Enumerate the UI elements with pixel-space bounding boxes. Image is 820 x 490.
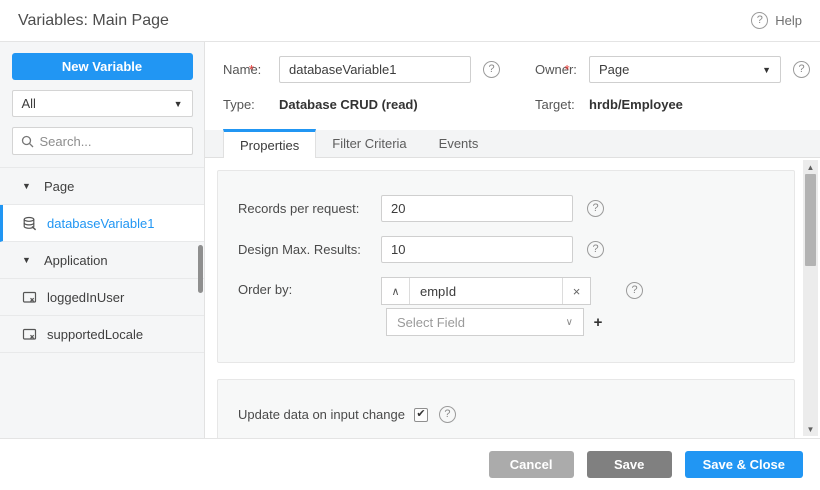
save-and-close-button[interactable]: Save & Close (685, 451, 803, 478)
collapse-arrow-icon: ▼ (22, 255, 32, 265)
tree-item-logged-in-user[interactable]: loggedInUser (0, 279, 204, 316)
design-max-results-hint-icon[interactable]: ? (587, 241, 604, 258)
dialog-header: Variables: Main Page ? Help (0, 0, 820, 42)
page-title: Variables: Main Page (18, 12, 169, 30)
order-by-widget: ∧ empId × Select Field ∨ + (381, 277, 612, 336)
static-variable-icon (22, 290, 37, 305)
owner-hint-icon[interactable]: ? (793, 61, 810, 78)
select-field-placeholder: Select Field (397, 315, 465, 330)
scrollbar-track[interactable] (803, 174, 818, 422)
plus-icon: + (594, 314, 603, 331)
help-link[interactable]: ? Help (751, 12, 802, 29)
data-panel: Records per request: ? Design Max. Resul… (217, 170, 795, 363)
type-label: Type: (223, 97, 279, 112)
order-by-hint-icon[interactable]: ? (626, 282, 643, 299)
tree-group-label: Page (44, 179, 74, 194)
database-variable-icon (22, 216, 37, 231)
properties-scroll-area: Records per request: ? Design Max. Resul… (205, 158, 820, 438)
chevron-down-icon: ▼ (174, 99, 183, 109)
cancel-button[interactable]: Cancel (489, 451, 574, 478)
sort-up-icon: ∧ (391, 285, 399, 298)
name-label: Name: * (223, 62, 279, 77)
target-value: hrdb/Employee (589, 97, 683, 112)
order-by-field-value[interactable]: empId (410, 278, 562, 304)
dialog-footer: Cancel Save Save & Close (0, 438, 820, 490)
design-max-results-input[interactable] (381, 236, 573, 263)
update-on-input-change-hint-icon[interactable]: ? (439, 406, 456, 423)
add-field-button[interactable]: + (584, 308, 612, 336)
check-icon: ✔ (416, 409, 425, 420)
detail-tabbar: Properties Filter Criteria Events (205, 130, 820, 158)
variable-detail-pane: Name: * ? Owner: * Page ▼ ? (205, 42, 820, 438)
chevron-down-icon: ▼ (762, 65, 771, 75)
select-field-dropdown[interactable]: Select Field ∨ (386, 308, 584, 336)
tree-item-supported-locale[interactable]: supportedLocale (0, 316, 204, 353)
new-variable-button[interactable]: New Variable (12, 53, 193, 80)
scrollbar-thumb[interactable] (805, 174, 816, 266)
dialog-body: New Variable All ▼ ▼ Page (0, 42, 820, 438)
tab-events[interactable]: Events (423, 129, 495, 157)
sort-direction-button[interactable]: ∧ (382, 278, 410, 304)
target-label: Target: (535, 97, 589, 112)
owner-select[interactable]: Page ▼ (589, 56, 781, 83)
tree-group-page[interactable]: ▼ Page (0, 168, 204, 205)
tab-filter-criteria[interactable]: Filter Criteria (316, 129, 422, 157)
update-on-input-change-label: Update data on input change (238, 407, 405, 422)
owner-label: Owner: * (535, 62, 589, 77)
collapse-arrow-icon: ▼ (22, 181, 32, 191)
design-max-results-label: Design Max. Results: (238, 242, 381, 257)
search-input[interactable] (40, 134, 184, 149)
records-per-request-label: Records per request: (238, 201, 381, 216)
chevron-down-icon: ∨ (566, 317, 573, 328)
remove-field-button[interactable]: × (562, 278, 590, 304)
tree-group-application[interactable]: ▼ Application (0, 242, 204, 279)
records-per-request-input[interactable] (381, 195, 573, 222)
type-value: Database CRUD (read) (279, 97, 418, 112)
order-by-label: Order by: (238, 282, 381, 297)
tree-item-label: loggedInUser (47, 290, 124, 305)
search-icon (21, 135, 34, 148)
save-button[interactable]: Save (587, 451, 672, 478)
vertical-scrollbar[interactable]: ▲ ▼ (803, 160, 818, 436)
search-box[interactable] (12, 127, 193, 155)
variable-filter-value: All (22, 96, 36, 111)
name-input[interactable] (279, 56, 471, 83)
close-icon: × (573, 284, 581, 299)
tree-group-label: Application (44, 253, 108, 268)
tab-properties[interactable]: Properties (223, 129, 316, 158)
help-label: Help (775, 13, 802, 28)
tree-item-database-variable[interactable]: databaseVariable1 (0, 205, 204, 242)
required-marker: * (565, 62, 570, 77)
name-hint-icon[interactable]: ? (483, 61, 500, 78)
static-variable-icon (22, 327, 37, 342)
scroll-down-icon[interactable]: ▼ (803, 422, 818, 436)
variables-dialog: Variables: Main Page ? Help New Variable… (0, 0, 820, 490)
variable-filter-select[interactable]: All ▼ (12, 90, 193, 117)
help-icon: ? (751, 12, 768, 29)
owner-value: Page (599, 62, 629, 77)
variables-sidebar: New Variable All ▼ ▼ Page (0, 42, 205, 438)
scroll-up-icon[interactable]: ▲ (803, 160, 818, 174)
records-per-request-hint-icon[interactable]: ? (587, 200, 604, 217)
update-on-input-change-checkbox[interactable]: ✔ (414, 408, 428, 422)
behavior-panel: Update data on input change ✔ ? Request … (217, 379, 795, 438)
variables-tree: ▼ Page databaseVariable1 ▼ Application (0, 167, 204, 353)
tree-item-label: databaseVariable1 (47, 216, 154, 231)
tree-item-label: supportedLocale (47, 327, 143, 342)
required-marker: * (249, 62, 254, 77)
sidebar-scrollbar-thumb[interactable] (198, 245, 203, 293)
variable-summary-form: Name: * ? Owner: * Page ▼ ? (205, 42, 820, 130)
